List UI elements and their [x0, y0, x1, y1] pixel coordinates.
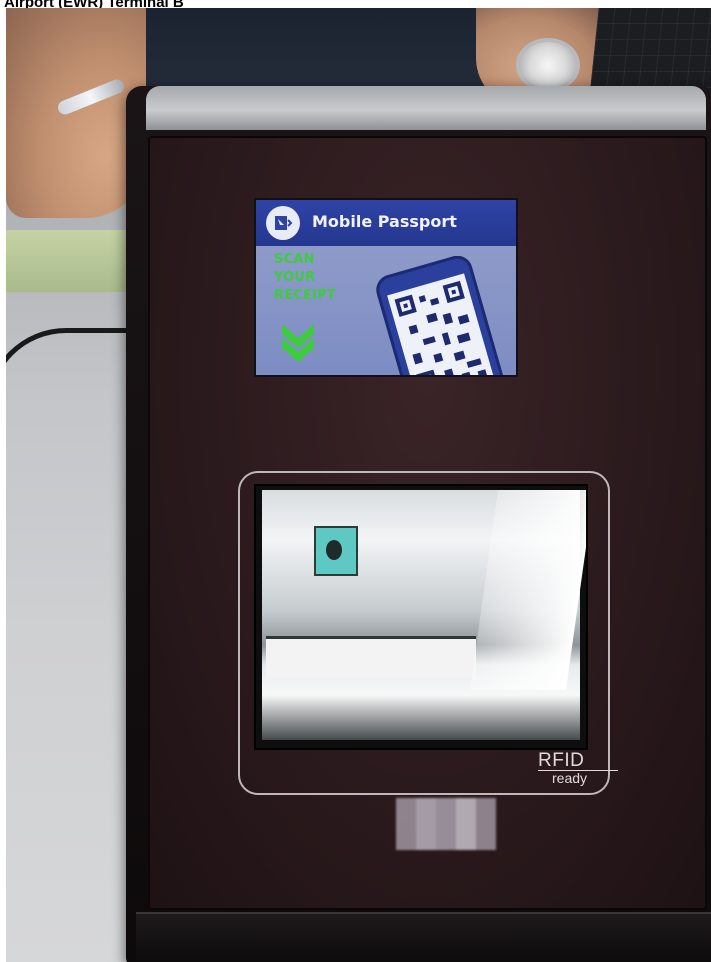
mobile-passport-logo-icon	[266, 206, 300, 240]
rfid-ready-text: ready	[538, 770, 618, 785]
left-arm	[6, 8, 146, 218]
wristwatch	[516, 38, 580, 92]
kiosk-top-edge	[146, 86, 706, 130]
rfid-ready-label: RFID ready	[538, 751, 618, 791]
instruction-line-2: YOUR	[274, 270, 316, 285]
document-scanner-window[interactable]	[254, 484, 588, 750]
instruction-line-1: SCAN	[274, 252, 315, 267]
scanner-component	[314, 526, 358, 576]
passport-kiosk: Mobile Passport SCAN YOUR RECEIPT RFID r…	[126, 86, 711, 962]
screen-title: Mobile Passport	[312, 212, 457, 231]
screen-header: Mobile Passport	[256, 200, 516, 246]
double-chevron-down-icon	[282, 324, 314, 362]
instruction-line-3: RECEIPT	[274, 288, 336, 303]
scanner-plate	[266, 636, 476, 679]
photo: Mobile Passport SCAN YOUR RECEIPT RFID r…	[6, 8, 711, 962]
paper-stack	[6, 230, 136, 292]
kiosk-base	[136, 912, 711, 962]
screen-body: SCAN YOUR RECEIPT	[256, 246, 516, 375]
phone-qr-code-icon	[376, 256, 507, 375]
rfid-text: RFID	[538, 750, 585, 771]
pixelated-redaction	[396, 798, 496, 850]
mobile-passport-screen[interactable]: Mobile Passport SCAN YOUR RECEIPT	[254, 198, 518, 377]
